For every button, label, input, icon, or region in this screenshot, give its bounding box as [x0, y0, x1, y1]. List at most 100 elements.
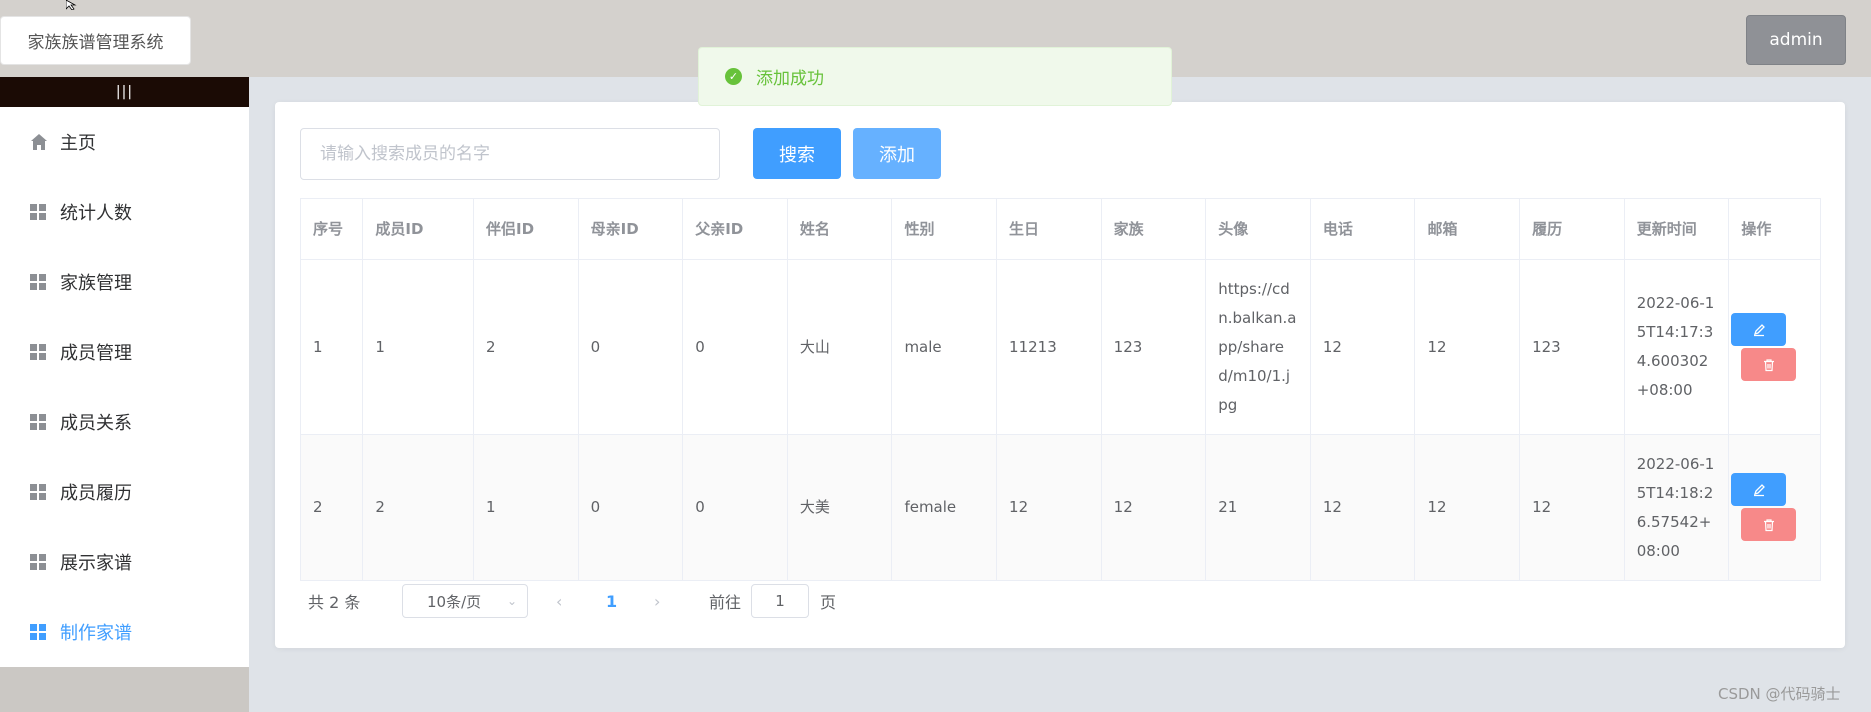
- app-title: 家族族谱管理系统: [0, 16, 191, 65]
- grid-icon: [30, 484, 46, 500]
- column-header: 更新时间: [1624, 198, 1730, 260]
- table-cell: 2: [362, 434, 474, 581]
- table-cell: 12: [996, 434, 1102, 581]
- sidebar-item-member-management[interactable]: 成员管理: [0, 317, 249, 387]
- table-cell: female: [891, 434, 998, 581]
- prev-page-button[interactable]: ‹: [556, 584, 562, 618]
- grid-icon: [30, 204, 46, 220]
- table-cell: 0: [578, 434, 684, 581]
- edit-icon: [1753, 323, 1765, 336]
- sidebar-item-label: 统计人数: [60, 203, 132, 224]
- column-header: 履历: [1519, 198, 1625, 260]
- next-page-button[interactable]: ›: [654, 584, 660, 618]
- sidebar-item-label: 制作家谱: [60, 623, 132, 644]
- table-cell: 12: [1310, 259, 1416, 435]
- column-header: 伴侣ID: [473, 198, 579, 260]
- sidebar-item-statistics[interactable]: 统计人数: [0, 177, 249, 247]
- table-cell: 11213: [996, 259, 1102, 435]
- search-input[interactable]: [300, 128, 720, 180]
- chevron-right-icon: ›: [654, 591, 661, 611]
- table-cell: 1: [473, 434, 579, 581]
- home-icon: [31, 134, 47, 150]
- page-size-select[interactable]: 10条/页 ⌄: [402, 584, 528, 618]
- column-header: 父亲ID: [682, 198, 788, 260]
- sidebar-item-label: 主页: [60, 133, 96, 154]
- sidebar-item-show-genealogy[interactable]: 展示家谱: [0, 527, 249, 597]
- sidebar-item-family-management[interactable]: 家族管理: [0, 247, 249, 317]
- table-row: 2 2 1 0 0 大美 female 12 12 21 12 12 12 20…: [300, 434, 1821, 581]
- table-cell: 12: [1310, 434, 1416, 581]
- table-cell: 123: [1101, 259, 1207, 435]
- grid-icon: [30, 554, 46, 570]
- admin-user-button[interactable]: admin: [1746, 15, 1846, 65]
- sidebar-item-home[interactable]: 主页: [0, 107, 249, 177]
- add-button[interactable]: 添加: [853, 128, 941, 179]
- chevron-down-icon: ⌄: [506, 594, 517, 608]
- sidebar-collapse-toggle[interactable]: |||: [0, 77, 249, 107]
- sidebar-footer: [0, 667, 249, 712]
- column-header: 邮箱: [1414, 198, 1521, 260]
- table-cell: 0: [578, 259, 684, 435]
- column-header: 头像: [1205, 198, 1311, 260]
- success-toast: ✓ 添加成功: [698, 47, 1172, 106]
- grid-icon: [30, 344, 46, 360]
- main-card: 搜索 添加 序号 成员ID 伴侣ID 母亲ID 父亲ID 姓名 性别 生日 家族…: [275, 102, 1845, 648]
- table-cell: male: [891, 259, 998, 435]
- grid-icon: [30, 624, 46, 640]
- column-header: 生日: [996, 198, 1102, 260]
- trash-icon: [1763, 358, 1774, 371]
- table-cell: 2: [300, 434, 364, 581]
- table-cell: 0: [682, 434, 788, 581]
- table-cell: 1: [362, 259, 474, 435]
- table-cell: 1: [300, 259, 364, 435]
- sidebar-item-make-genealogy[interactable]: 制作家谱: [0, 597, 249, 667]
- actions-cell: [1728, 259, 1821, 435]
- sidebar-item-member-relations[interactable]: 成员关系: [0, 387, 249, 457]
- table-cell: 2022-06-15T14:18:26.57542+08:00: [1624, 434, 1730, 581]
- table-cell: 大美: [787, 434, 893, 581]
- sidebar: ||| 主页 统计人数 家族管理 成员管理 成员关系 成员履历 展示家谱 制作家…: [0, 77, 249, 667]
- edit-button[interactable]: [1731, 473, 1787, 506]
- page-number-current[interactable]: 1: [606, 584, 617, 618]
- column-header: 序号: [300, 198, 364, 260]
- edit-button[interactable]: [1731, 313, 1787, 346]
- table-cell: 12: [1414, 259, 1521, 435]
- goto-page-input[interactable]: 1: [751, 584, 809, 618]
- watermark: CSDN @代码骑士: [1718, 685, 1841, 703]
- trash-icon: [1763, 518, 1774, 531]
- table-cell: 2022-06-15T14:17:34.600302+08:00: [1624, 259, 1730, 435]
- sidebar-item-label: 成员管理: [60, 343, 132, 364]
- column-header: 操作: [1728, 198, 1821, 260]
- table-cell: 21: [1205, 434, 1311, 581]
- mouse-cursor-icon: [66, 0, 77, 10]
- sidebar-item-member-history[interactable]: 成员履历: [0, 457, 249, 527]
- actions-cell: [1728, 434, 1821, 581]
- pagination-total: 共 2 条: [308, 593, 361, 612]
- sidebar-item-label: 成员履历: [60, 483, 132, 504]
- grid-icon: [30, 274, 46, 290]
- toast-message: 添加成功: [756, 69, 824, 89]
- delete-button[interactable]: [1741, 348, 1797, 381]
- chevron-left-icon: ‹: [556, 591, 563, 611]
- table-cell: 0: [682, 259, 788, 435]
- sidebar-item-label: 展示家谱: [60, 553, 132, 574]
- page-unit-label: 页: [820, 593, 837, 612]
- table-cell: 大山: [787, 259, 893, 435]
- column-header: 性别: [891, 198, 998, 260]
- column-header: 家族: [1101, 198, 1207, 260]
- table-cell: 2: [473, 259, 579, 435]
- member-table: 序号 成员ID 伴侣ID 母亲ID 父亲ID 姓名 性别 生日 家族 头像 电话…: [300, 198, 1821, 581]
- column-header: 电话: [1310, 198, 1416, 260]
- column-header: 姓名: [787, 198, 893, 260]
- table-cell: https://cdn.balkan.app/shared/m10/1.jpg: [1205, 259, 1311, 435]
- grid-icon: [30, 414, 46, 430]
- search-button[interactable]: 搜索: [753, 128, 841, 179]
- table-row: 1 1 2 0 0 大山 male 11213 123 https://cdn.…: [300, 259, 1821, 435]
- delete-button[interactable]: [1741, 508, 1797, 541]
- table-cell: 12: [1519, 434, 1625, 581]
- sidebar-item-label: 成员关系: [60, 413, 132, 434]
- edit-icon: [1753, 483, 1765, 496]
- check-circle-icon: ✓: [725, 68, 742, 85]
- table-header-row: 序号 成员ID 伴侣ID 母亲ID 父亲ID 姓名 性别 生日 家族 头像 电话…: [300, 198, 1821, 260]
- table-cell: 12: [1101, 434, 1207, 581]
